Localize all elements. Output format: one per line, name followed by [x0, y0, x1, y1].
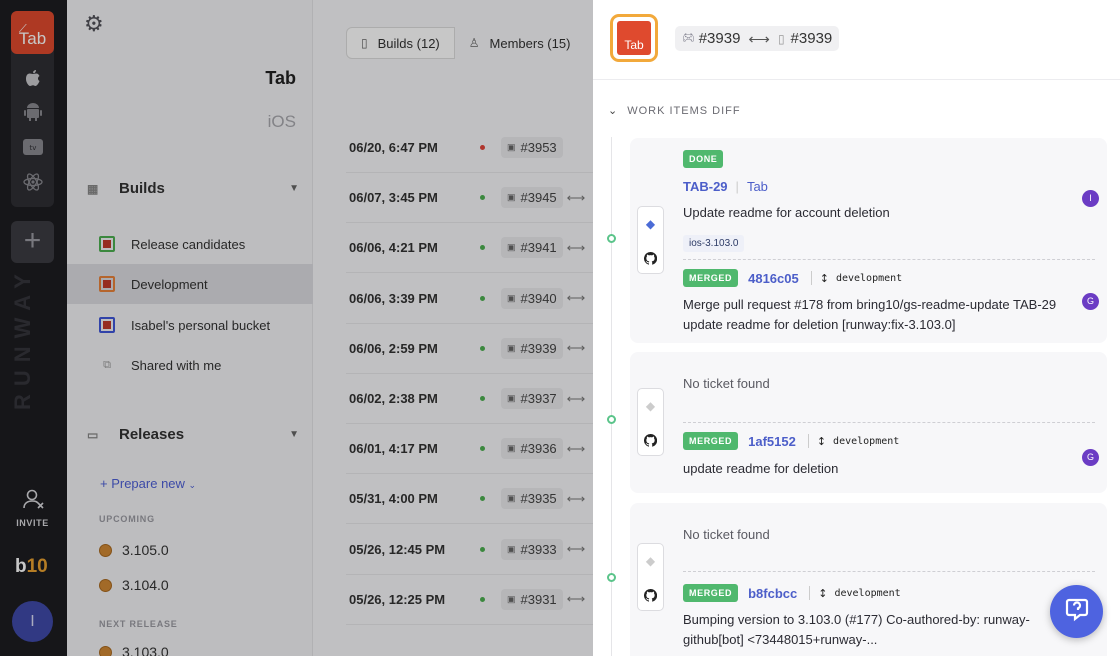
panel-header: Tab 🎮︎ #3939 ⟷ ▯ #3939	[593, 0, 1120, 80]
timeline-dot	[607, 415, 616, 424]
jira-icon: ◆	[645, 554, 656, 568]
help-chat-button[interactable]	[1050, 585, 1103, 638]
jira-icon: ◆	[645, 399, 656, 413]
ticket-project: Tab	[746, 179, 768, 194]
branch-icon: ↕	[816, 434, 827, 448]
merged-badge: MERGED	[683, 432, 739, 450]
commit-row: MERGED b8fcbcc ↕ development	[683, 584, 901, 602]
github-icon[interactable]	[638, 248, 663, 268]
author-avatar: G	[1082, 449, 1099, 466]
source-icons: ◆	[637, 543, 664, 611]
commit-message: Merge pull request #178 from bring10/gs-…	[683, 297, 1057, 332]
build-diff-panel: Tab 🎮︎ #3939 ⟷ ▯ #3939 ⌄ WORK ITEMS DIFF…	[593, 0, 1120, 656]
no-ticket-label: No ticket found	[683, 376, 770, 391]
branch-label: ↕ development	[818, 586, 901, 600]
ticket-title: Update readme for account deletion	[683, 205, 890, 220]
controller-icon: 🎮︎	[682, 33, 695, 44]
github-icon[interactable]	[638, 585, 663, 605]
assignee-avatar: I	[1082, 190, 1099, 207]
modal-backdrop[interactable]	[0, 0, 593, 656]
commit-row: MERGED 1af5152 ↕ development	[683, 432, 899, 450]
jira-icon[interactable]: ◆	[638, 214, 663, 234]
work-item-card: ◆ DONE TAB-29 | Tab I Update readme for …	[630, 138, 1107, 343]
merged-badge: MERGED	[683, 269, 739, 287]
merged-badge: MERGED	[683, 584, 739, 602]
branch-icon: ↕	[818, 586, 828, 600]
phone-icon: ▯	[777, 31, 785, 46]
chat-icon	[1064, 596, 1090, 627]
commit-message: Bumping version to 3.103.0 (#177) Co-aut…	[683, 612, 1030, 647]
status-badge-done: DONE	[683, 150, 724, 168]
to-build: #3939	[790, 30, 833, 47]
divider	[683, 571, 1095, 572]
commit-sha[interactable]: 4816c05	[748, 271, 799, 286]
branch-icon: ↕	[819, 271, 829, 285]
commit-row: MERGED 4816c05 ↕ development	[683, 269, 902, 287]
no-ticket-label: No ticket found	[683, 527, 770, 542]
divider	[683, 422, 1095, 423]
commit-sha[interactable]: b8fcbcc	[748, 586, 797, 601]
source-icons: ◆	[637, 388, 664, 456]
branch-label: ↕ development	[816, 434, 900, 448]
timeline-dot	[607, 234, 616, 243]
compare-arrow-icon: ⟷	[748, 30, 770, 48]
timeline-dot	[607, 573, 616, 582]
release-tag: ios-3.103.0	[683, 235, 745, 252]
work-item-card: ◆ No ticket found MERGED 1af5152 ↕ develo…	[630, 352, 1107, 493]
chevron-down-icon: ⌄	[608, 105, 619, 117]
github-icon[interactable]	[638, 430, 663, 450]
branch-label: ↕ development	[819, 271, 903, 285]
app-logo: Tab	[610, 14, 658, 62]
divider	[683, 259, 1095, 260]
work-items-diff-toggle[interactable]: ⌄ WORK ITEMS DIFF	[608, 104, 741, 118]
commit-sha[interactable]: 1af5152	[748, 434, 796, 449]
work-item-card: ◆ No ticket found MERGED b8fcbcc ↕ develo…	[630, 503, 1107, 656]
ticket-link[interactable]: TAB-29 | Tab	[683, 179, 768, 194]
ticket-id: TAB-29	[683, 179, 728, 194]
from-build: #3939	[698, 30, 741, 47]
author-avatar: G	[1082, 293, 1099, 310]
commit-message: update readme for deletion	[683, 461, 839, 476]
build-compare-pill[interactable]: 🎮︎ #3939 ⟷ ▯ #3939	[675, 26, 840, 51]
source-icons: ◆	[637, 206, 664, 274]
